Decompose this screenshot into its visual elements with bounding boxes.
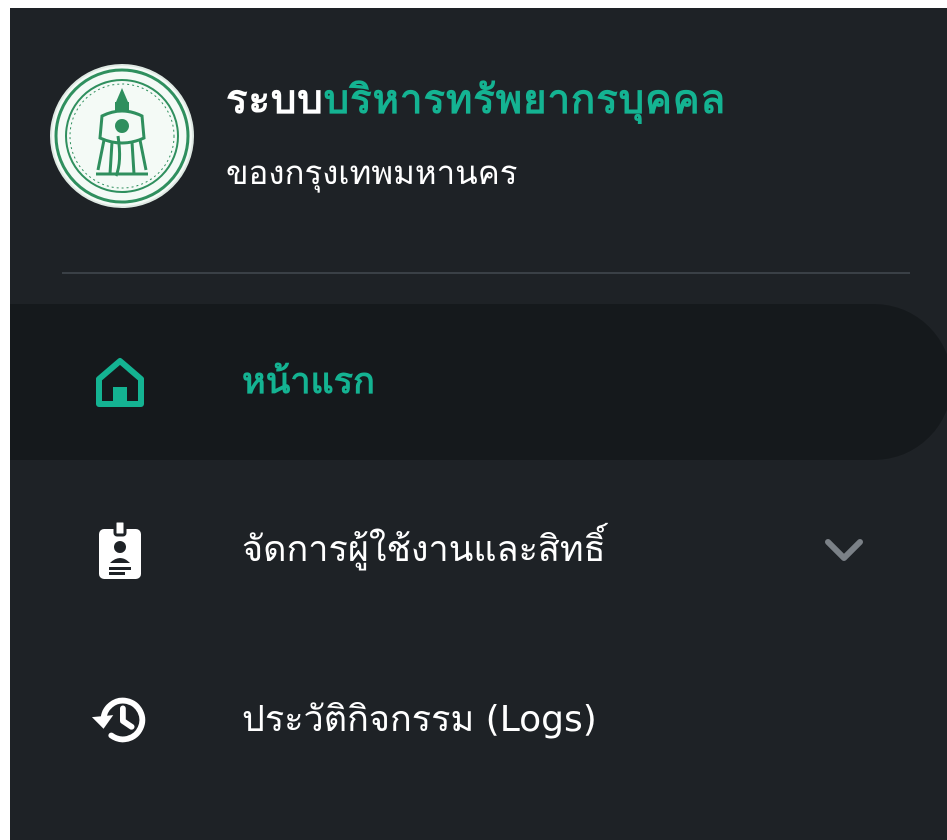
sidebar: ระบบบริหารทรัพยากรบุคคล ของกรุงเทพมหานคร… [10,8,947,840]
app-title-part1: ระบบ [226,77,324,123]
app-title-part2: บริหารทรัพยากรบุคคล [323,77,727,123]
app-subtitle: ของกรุงเทพมหานคร [226,153,518,192]
bangkok-seal-icon [52,66,192,206]
id-badge-icon [90,519,150,580]
nav-item-label: ประวัติกิจกรรม (Logs) [242,699,597,740]
nav-item-home[interactable]: หน้าแรก [10,304,947,460]
nav-item-label: หน้าแรก [242,361,375,402]
nav-item-user-management[interactable]: จัดการผู้ใช้งานและสิทธิ์ [10,472,947,628]
home-icon [90,352,150,412]
nav-item-activity-logs[interactable]: ประวัติกิจกรรม (Logs) [10,642,947,798]
chevron-down-icon[interactable] [820,526,868,574]
divider [62,272,910,274]
history-icon [90,690,150,750]
brand-header: ระบบบริหารทรัพยากรบุคคล ของกรุงเทพมหานคร [10,8,947,263]
app-title: ระบบบริหารทรัพยากรบุคคล [226,72,726,128]
nav-item-label: จัดการผู้ใช้งานและสิทธิ์ [242,529,606,570]
